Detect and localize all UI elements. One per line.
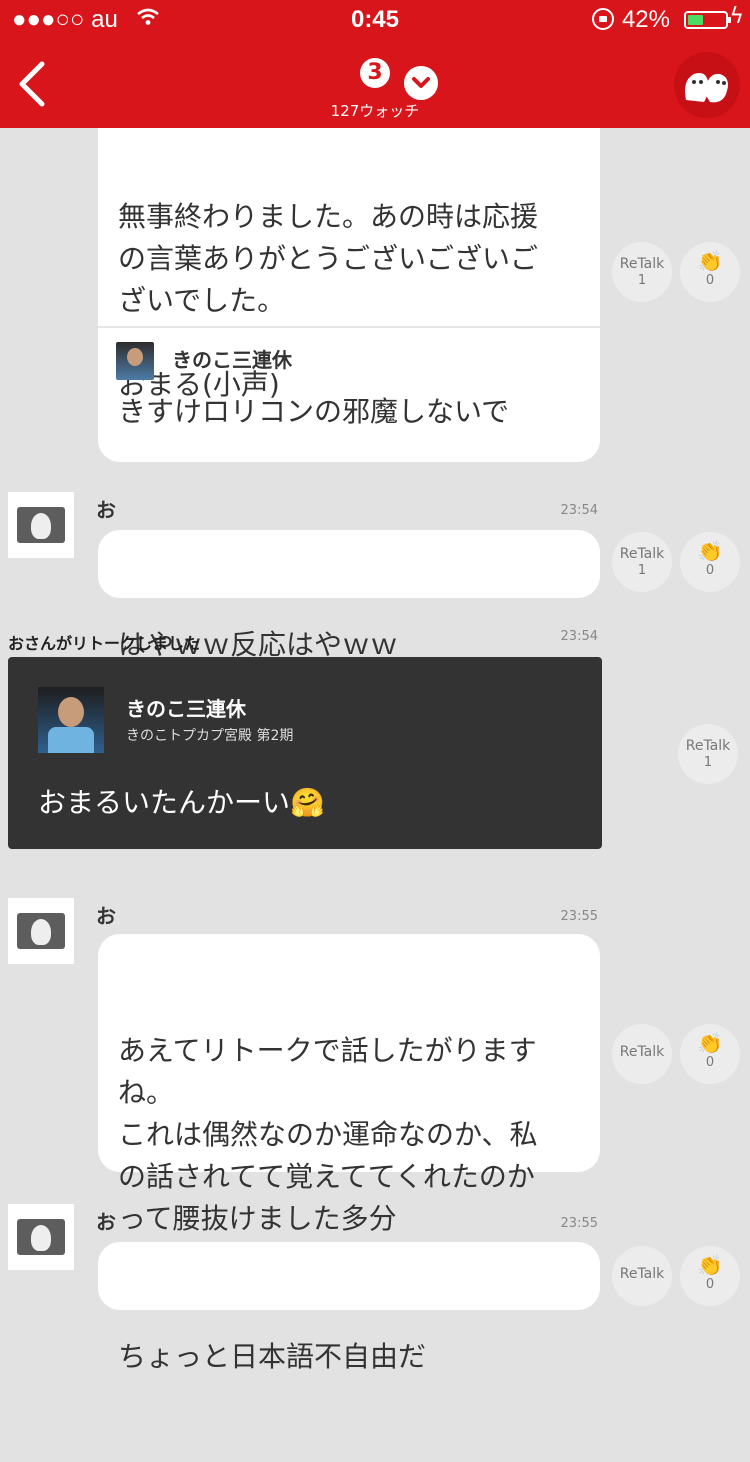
retalked-user-name: きのこ三連休 xyxy=(126,697,246,721)
sender-name: お xyxy=(96,904,116,928)
retalked-user-avatar xyxy=(38,687,104,753)
charging-icon: ϟ xyxy=(729,4,744,29)
avatar[interactable] xyxy=(8,1204,74,1270)
clap-icon: 👏 xyxy=(697,1253,723,1277)
avatar[interactable] xyxy=(8,492,74,558)
orientation-lock-icon xyxy=(592,8,614,30)
notification-badge[interactable]: 3 xyxy=(360,58,390,88)
retalk-button[interactable]: ReTalk 1 xyxy=(612,242,672,302)
timestamp: 23:55 xyxy=(560,1216,598,1231)
retalk-button[interactable]: ReTalk 1 xyxy=(678,724,738,784)
sender-name: お xyxy=(96,1210,116,1234)
message-bubble[interactable]: 無事終わりました。あの時は応援 の言葉ありがとうございございご ざいでした。 お… xyxy=(98,90,600,462)
retalked-source-title: きのこトプカプ宮殿 第2期 xyxy=(126,728,294,744)
message-text: ちょっと日本語不自由だ xyxy=(118,1340,427,1373)
retalk-notice: おさんがリトークしました xyxy=(8,634,201,653)
sender-name: お xyxy=(96,498,116,522)
timestamp: 23:54 xyxy=(560,629,598,644)
chat-timeline: 無事終わりました。あの時は応援 の言葉ありがとうございございご ざいでした。 お… xyxy=(0,0,750,1373)
clap-icon: 👏 xyxy=(697,1031,723,1055)
message-bubble[interactable]: はやｗｗ反応はやｗｗ xyxy=(98,530,600,661)
battery-percent: 42% xyxy=(621,6,670,33)
watch-count: 127ウォッチ xyxy=(330,102,420,120)
clap-button[interactable]: 👏 0 xyxy=(680,1246,740,1306)
retalk-button[interactable]: ReTalk xyxy=(612,1246,672,1306)
clap-button[interactable]: 👏 0 xyxy=(680,1024,740,1084)
battery-icon xyxy=(684,11,731,29)
quoted-text: きすけロリコンの邪魔しないで xyxy=(118,395,510,428)
quoted-user-name: きのこ三連休 xyxy=(172,348,292,372)
timestamp: 23:55 xyxy=(560,909,598,924)
retalk-card[interactable]: きのこ三連休 きのこトプカプ宮殿 第2期 おまるいたんかーい🤗 xyxy=(8,657,602,849)
message-bubble[interactable]: ちょっと日本語不自由だ xyxy=(98,1242,600,1373)
clap-icon: 👏 xyxy=(697,249,723,273)
retalk-button[interactable]: ReTalk 1 xyxy=(612,532,672,592)
message-text: あえてリトークで話したがります ね。 これは偶然なのか運命なのか、私 の話されて… xyxy=(118,1034,538,1235)
quoted-user-avatar xyxy=(116,342,154,380)
avatar[interactable] xyxy=(8,898,74,964)
timestamp: 23:54 xyxy=(560,503,598,518)
top-bar: ●●●○○ au 0:45 42% ϟ 3 127ウォッチ xyxy=(0,0,750,128)
retalked-text: おまるいたんかーい🤗 xyxy=(38,786,325,819)
mascot-menu-icon[interactable] xyxy=(674,52,740,118)
clap-button[interactable]: 👏 0 xyxy=(680,532,740,592)
clap-icon: 👏 xyxy=(697,539,723,563)
chevron-down-icon[interactable] xyxy=(404,66,438,100)
retalk-button[interactable]: ReTalk xyxy=(612,1024,672,1084)
message-bubble[interactable]: あえてリトークで話したがります ね。 これは偶然なのか運命なのか、私 の話されて… xyxy=(98,934,600,1235)
quoted-message[interactable]: きのこ三連休 きすけロリコンの邪魔しないで xyxy=(98,326,600,462)
clap-button[interactable]: 👏 0 xyxy=(680,242,740,302)
